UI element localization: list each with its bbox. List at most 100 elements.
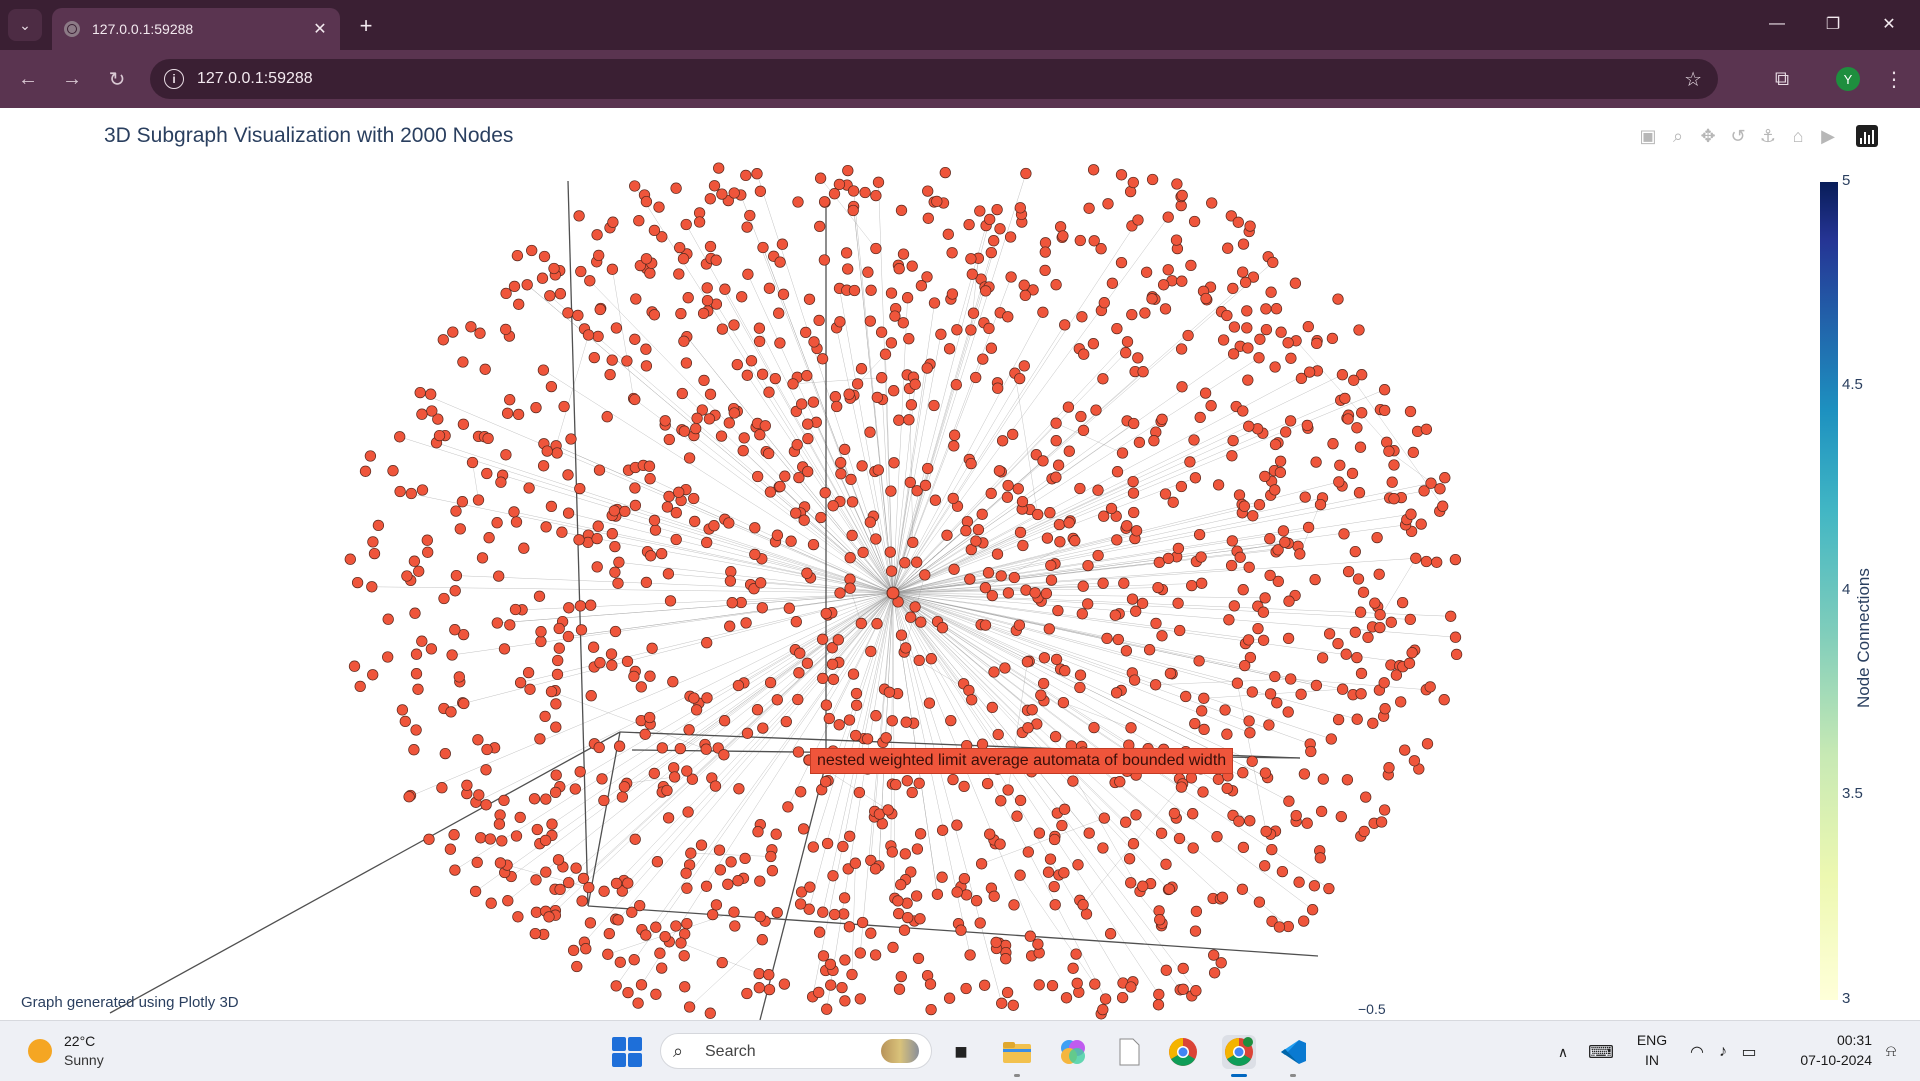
graph-node bbox=[843, 921, 856, 933]
language-indicator-top[interactable]: ENG bbox=[1632, 1032, 1672, 1048]
clock-time[interactable]: 00:31 bbox=[1776, 1032, 1872, 1048]
graph-node bbox=[1378, 677, 1390, 689]
start-button[interactable] bbox=[610, 1035, 644, 1069]
graph-node bbox=[783, 602, 795, 614]
weather-temperature[interactable]: 22°C bbox=[64, 1033, 95, 1049]
chrome-profile-icon[interactable] bbox=[1222, 1035, 1256, 1069]
weather-description[interactable]: Sunny bbox=[64, 1052, 104, 1068]
graph-node bbox=[731, 358, 743, 371]
task-view-icon[interactable]: ■ bbox=[944, 1035, 978, 1069]
graph-node bbox=[936, 824, 949, 836]
graph-node bbox=[607, 216, 619, 228]
forward-button[interactable]: → bbox=[56, 63, 88, 95]
graph-node bbox=[621, 355, 633, 367]
graph-node bbox=[1172, 597, 1184, 609]
graph-node bbox=[755, 577, 767, 589]
reset-camera-icon[interactable]: ⌂ bbox=[1786, 124, 1810, 148]
graph-node bbox=[870, 533, 882, 545]
plotly-logo-icon[interactable] bbox=[1856, 125, 1878, 147]
battery-icon[interactable]: ▭ bbox=[1732, 1035, 1766, 1069]
graph-node bbox=[1177, 962, 1189, 975]
back-button[interactable]: ← bbox=[12, 63, 44, 95]
browser-menu-icon[interactable]: ⋮ bbox=[1880, 63, 1908, 95]
graph-node bbox=[876, 372, 888, 384]
graph-node bbox=[653, 201, 665, 213]
graph-node bbox=[914, 828, 927, 840]
zoom-icon[interactable]: ⌕ bbox=[1666, 124, 1690, 148]
graph-node bbox=[1406, 647, 1418, 659]
close-tab-icon[interactable]: ✕ bbox=[308, 17, 332, 41]
graph-node bbox=[833, 719, 845, 731]
graph-node bbox=[842, 164, 854, 177]
graph-node bbox=[1212, 773, 1225, 785]
graph-node bbox=[680, 357, 693, 369]
pan-icon[interactable]: ✥ bbox=[1696, 124, 1720, 148]
running-indicator bbox=[1014, 1074, 1020, 1077]
vscode-icon[interactable] bbox=[1276, 1035, 1310, 1069]
copilot-icon[interactable] bbox=[1056, 1035, 1090, 1069]
graph-node bbox=[439, 747, 451, 760]
graph-node bbox=[925, 1003, 937, 1016]
show-hidden-icons-chevron-icon[interactable]: ∧ bbox=[1546, 1035, 1580, 1069]
graph-node bbox=[814, 172, 827, 184]
graph-node bbox=[903, 414, 915, 426]
graph-node bbox=[864, 426, 876, 438]
keyboard-icon[interactable]: ⌨ bbox=[1584, 1035, 1618, 1069]
graph-node bbox=[550, 721, 562, 733]
graph-node bbox=[744, 209, 756, 222]
profile-avatar[interactable]: Y bbox=[1836, 67, 1860, 91]
orbit-rotation-icon[interactable]: ↺ bbox=[1726, 124, 1750, 148]
graph-node bbox=[1336, 683, 1349, 695]
last-save-camera-icon[interactable]: ▶ bbox=[1816, 124, 1840, 148]
graph-node bbox=[453, 671, 465, 683]
site-info-icon[interactable]: i bbox=[164, 69, 184, 89]
close-window-button[interactable]: ✕ bbox=[1866, 0, 1912, 48]
clock-date[interactable]: 07-10-2024 bbox=[1776, 1052, 1872, 1068]
new-tab-button[interactable]: + bbox=[352, 12, 380, 40]
graph-node bbox=[437, 334, 449, 346]
tab-search-button[interactable]: ⌄ bbox=[8, 9, 42, 41]
taskbar-search-box[interactable]: ⌕ Search bbox=[660, 1033, 932, 1069]
reload-button[interactable]: ↻ bbox=[101, 63, 133, 95]
graph-node bbox=[1221, 782, 1233, 795]
graph-node bbox=[436, 782, 448, 794]
graph-node bbox=[1048, 880, 1060, 893]
graph-node bbox=[1445, 610, 1457, 622]
notepad-file-icon[interactable] bbox=[1112, 1035, 1146, 1069]
graph-node bbox=[921, 362, 933, 374]
graph-node bbox=[790, 616, 802, 628]
address-bar[interactable]: i 127.0.0.1:59288 ☆ bbox=[150, 59, 1718, 99]
sun-weather-icon[interactable] bbox=[28, 1039, 52, 1063]
camera-icon[interactable]: ▣ bbox=[1636, 124, 1660, 148]
graph-node bbox=[828, 908, 841, 921]
graph-node bbox=[834, 587, 846, 599]
graph-node bbox=[1357, 586, 1370, 598]
language-indicator-bottom[interactable]: IN bbox=[1632, 1052, 1672, 1068]
graph-node bbox=[948, 440, 960, 452]
graph-edge bbox=[892, 592, 1090, 834]
graph-node bbox=[449, 585, 461, 597]
file-explorer-icon[interactable] bbox=[1000, 1035, 1034, 1069]
graph-node bbox=[1130, 809, 1142, 821]
chrome-icon[interactable] bbox=[1166, 1035, 1200, 1069]
browser-tab[interactable]: 127.0.0.1:59288 ✕ bbox=[52, 8, 340, 50]
graph-node bbox=[610, 877, 623, 890]
graph-node bbox=[1295, 688, 1307, 700]
graph-node bbox=[1046, 979, 1059, 992]
graph-node bbox=[514, 676, 527, 689]
graph-node bbox=[606, 354, 618, 366]
extensions-icon[interactable]: ⧉ bbox=[1766, 63, 1798, 95]
graph-node bbox=[846, 529, 858, 542]
graph-node bbox=[802, 418, 814, 430]
graph-node bbox=[740, 617, 752, 629]
graph-node bbox=[710, 254, 722, 266]
graph-node bbox=[1182, 329, 1194, 342]
turntable-rotation-icon[interactable]: ⚓ bbox=[1756, 124, 1780, 148]
notification-bell-icon[interactable]: ⍾ bbox=[1874, 1035, 1908, 1069]
plot-area[interactable]: −0.5 bbox=[0, 108, 1920, 1020]
restore-button[interactable]: ❐ bbox=[1810, 0, 1856, 48]
graph-node bbox=[1257, 634, 1270, 646]
graph-node bbox=[1167, 496, 1179, 508]
minimize-button[interactable]: — bbox=[1754, 0, 1800, 48]
bookmark-star-icon[interactable]: ☆ bbox=[1684, 67, 1702, 92]
